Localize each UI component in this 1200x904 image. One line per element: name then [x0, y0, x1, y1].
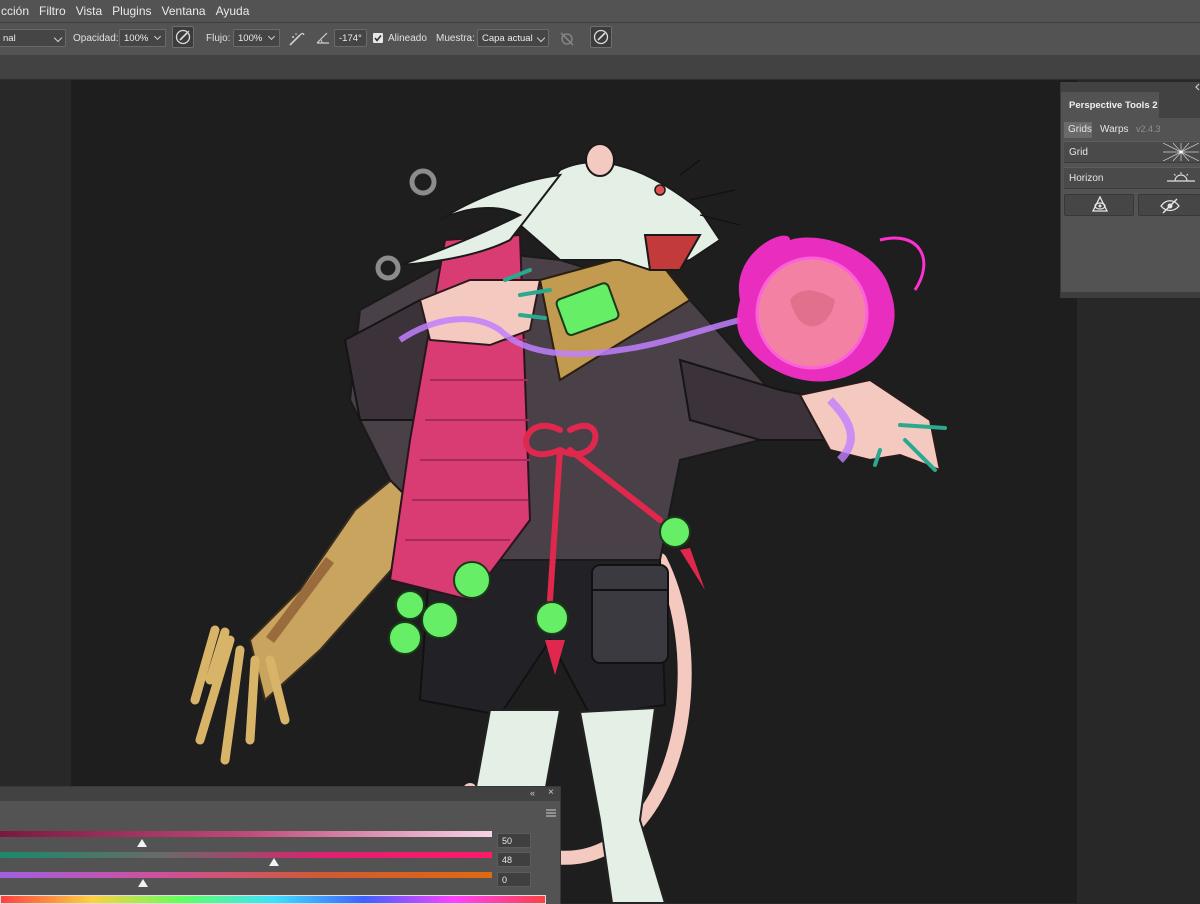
color-slider-3[interactable] — [0, 872, 492, 878]
collapse-panels-icon[interactable]: « — [530, 788, 535, 798]
tab-warps[interactable]: Warps — [1096, 122, 1133, 138]
sample-value: Capa actual — [482, 33, 533, 44]
perspective-tools-tab[interactable]: Perspective Tools 2 — [1061, 92, 1159, 118]
sample-label: Muestra: — [436, 33, 475, 44]
slider-thumb-3[interactable] — [138, 879, 148, 887]
bead — [421, 601, 459, 639]
collapse-icon[interactable] — [1194, 83, 1200, 91]
chevron-down-icon — [536, 33, 546, 43]
color-panel: « × 50 48 0 — [0, 786, 561, 904]
bead — [453, 561, 491, 599]
menu-vista[interactable]: Vista — [71, 4, 107, 18]
horizon-label: Horizon — [1069, 173, 1104, 184]
angle-value: -174° — [339, 33, 362, 44]
blend-mode-value: nal — [3, 33, 16, 44]
panel-menu-icon[interactable] — [546, 809, 556, 817]
eye-off-icon — [1160, 198, 1180, 214]
skull-charm — [535, 601, 569, 635]
menu-plugins[interactable]: Plugins — [107, 4, 156, 18]
version-label: v2.4.3 — [1136, 124, 1161, 134]
slider-thumb-1[interactable] — [137, 839, 147, 847]
ring — [409, 168, 437, 196]
eye-perspective-icon — [1091, 195, 1109, 212]
blend-mode-select[interactable]: nal — [0, 29, 66, 47]
flow-value: 100% — [238, 33, 263, 44]
opacity-dropdown[interactable] — [151, 29, 166, 47]
panel-header-bar — [1061, 82, 1200, 92]
menu-ventana[interactable]: Ventana — [157, 4, 211, 18]
opacity-input[interactable]: 100% — [119, 29, 152, 47]
aligned-checkbox[interactable] — [373, 33, 383, 43]
angle-input[interactable]: -174° — [334, 29, 367, 47]
opacity-label: Opacidad: — [73, 33, 119, 44]
pasteboard-left — [0, 80, 71, 903]
close-icon[interactable]: × — [548, 787, 554, 798]
menu-filtro[interactable]: Filtro — [34, 4, 71, 18]
slider-value-2[interactable]: 48 — [497, 852, 531, 867]
grid-row[interactable]: Grid — [1064, 141, 1200, 163]
flow-label: Flujo: — [206, 33, 231, 44]
artwork — [190, 143, 947, 903]
panel-tab-empty — [1159, 92, 1200, 118]
perspective-tools-panel: Perspective Tools 2 Grids Warps v2.4.3 G… — [1060, 82, 1200, 298]
chevron-down-icon — [53, 33, 63, 43]
color-panel-header: « × — [0, 787, 560, 801]
flow-dropdown[interactable] — [265, 29, 280, 47]
horizon-sunrise-icon — [1167, 172, 1195, 182]
aligned-label: Alineado — [388, 33, 427, 44]
panel-footer — [1061, 292, 1200, 298]
flow-input[interactable]: 100% — [233, 29, 266, 47]
tab-grids[interactable]: Grids — [1064, 122, 1092, 138]
brush-settings-button[interactable] — [172, 26, 194, 48]
document-tab-strip — [0, 55, 1200, 80]
slider-value-3[interactable]: 0 — [497, 872, 531, 887]
menu-ayuda[interactable]: Ayuda — [211, 4, 255, 18]
bead — [388, 621, 422, 655]
color-slider-1[interactable] — [0, 831, 492, 837]
opacity-value: 100% — [124, 33, 149, 44]
ignore-adjustment-icon[interactable] — [558, 30, 576, 48]
pressure-size-button[interactable] — [590, 26, 612, 48]
horizon-row[interactable]: Horizon — [1064, 167, 1200, 189]
slider-thumb-2[interactable] — [269, 858, 279, 866]
grid-label: Grid — [1069, 147, 1088, 158]
menu-bar: cción Filtro Vista Plugins Ventana Ayuda — [0, 0, 1200, 22]
ear — [585, 143, 615, 177]
slider-value-1[interactable]: 50 — [497, 833, 531, 848]
hide-grid-button[interactable] — [1138, 194, 1200, 216]
sample-select[interactable]: Capa actual — [477, 29, 549, 47]
document-canvas[interactable] — [71, 80, 1077, 903]
pouch — [591, 564, 669, 664]
angle-icon — [316, 32, 329, 44]
check-icon — [374, 35, 382, 42]
eye — [654, 184, 666, 196]
airbrush-icon[interactable] — [287, 29, 307, 49]
tool-options-bar: nal Opacidad: 100% Flujo: 100% -174° Ali… — [0, 22, 1200, 56]
show-grid-button[interactable] — [1064, 194, 1134, 216]
bead — [395, 590, 425, 620]
radial-grid-icon — [1163, 143, 1199, 161]
skull-charm — [659, 516, 691, 548]
color-slider-2[interactable] — [0, 852, 492, 858]
ring — [375, 255, 401, 281]
airbrush-circle-icon — [175, 29, 191, 45]
pressure-size-icon — [593, 29, 609, 45]
menu-seleccion[interactable]: cción — [0, 4, 34, 18]
